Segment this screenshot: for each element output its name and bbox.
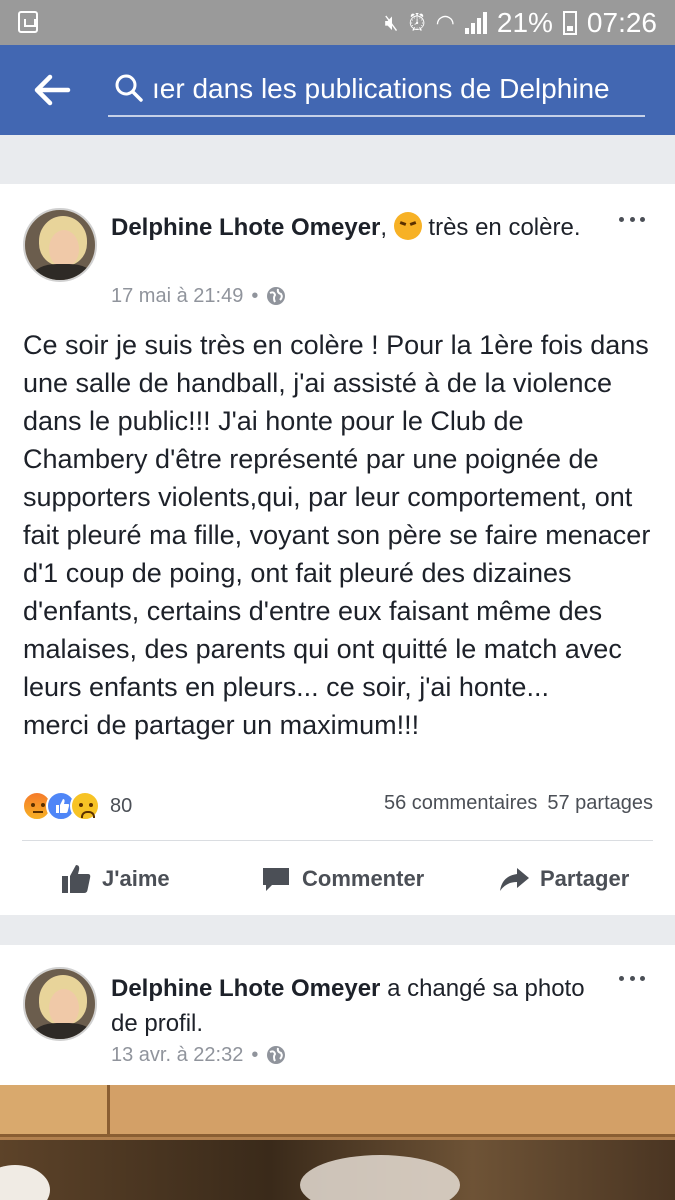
status-bar: 🔇︎ ⏰︎ ◠ 21% 07:26 [0,0,675,45]
profile-photo-image[interactable] [0,1085,675,1200]
comment-label: Commenter [302,866,425,891]
comment-icon [263,868,289,891]
post-date[interactable]: 17 mai à 21:49 [111,282,243,310]
comment-button[interactable]: Commenter [260,850,424,908]
post: Delphine Lhote Omeyer a changé sa photo … [0,945,675,1200]
post-text: Ce soir je suis très en colère ! Pour la… [23,330,651,740]
share-button[interactable]: Partager [498,850,629,908]
author-name[interactable]: Delphine Lhote Omeyer [111,975,380,1002]
wifi-icon: ◠ [435,10,455,35]
angry-emoji-icon [393,212,422,240]
meta-separator: • [251,1044,259,1066]
post-meta: 17 mai à 21:49 • [111,282,286,310]
share-label: Partager [540,866,630,891]
avatar[interactable] [23,208,97,282]
meta-separator: • [251,285,259,307]
engagement-counts: 56 commentaires 57 partages [384,792,653,815]
post-header-text: Delphine Lhote Omeyer a changé sa photo … [111,971,611,1041]
shares-count[interactable]: 57 partages [547,792,653,815]
search-icon [115,74,143,102]
like-label: J'aime [102,866,170,891]
share-icon [500,868,529,891]
clock: 07:26 [586,7,657,38]
reactions-summary[interactable]: 80 [22,788,132,824]
post: Delphine Lhote Omeyer, très en colère. 1… [0,184,675,915]
post-date[interactable]: 13 avr. à 22:32 [111,1041,243,1069]
more-icon[interactable] [619,973,645,983]
signal-icon [464,12,487,34]
more-icon[interactable] [619,214,645,224]
search-input[interactable]: ıer dans les publications de Delphine [108,63,645,117]
thumbs-up-icon [62,865,91,893]
search-query: ıer dans les publications de Delphine [152,73,610,104]
author-name[interactable]: Delphine Lhote Omeyer [111,214,380,241]
globe-icon [267,1046,286,1064]
reaction-count: 80 [110,794,133,817]
battery-percent: 21% [496,7,553,38]
action-bar: J'aime Commenter Partager [0,850,675,908]
like-button[interactable]: J'aime [60,850,170,908]
mute-icon: 🔇︎ [384,10,399,35]
globe-icon [267,287,286,305]
recycle-notification-icon [18,11,38,33]
battery-icon [562,11,577,35]
search-header: ıer dans les publications de Delphine [0,45,675,135]
alarm-icon: ⏰︎ [408,10,426,35]
post-header-text: Delphine Lhote Omeyer, très en colère. [111,212,581,241]
arrow-left-icon[interactable] [28,67,74,113]
sad-reaction-icon [70,791,100,821]
feeling-text: très en colère. [428,214,581,241]
divider [22,840,653,841]
avatar[interactable] [23,967,97,1041]
status-icons: 🔇︎ ⏰︎ ◠ 21% 07:26 [385,6,657,40]
post-meta: 13 avr. à 22:32 • [111,1041,286,1069]
comments-count[interactable]: 56 commentaires [384,792,537,815]
